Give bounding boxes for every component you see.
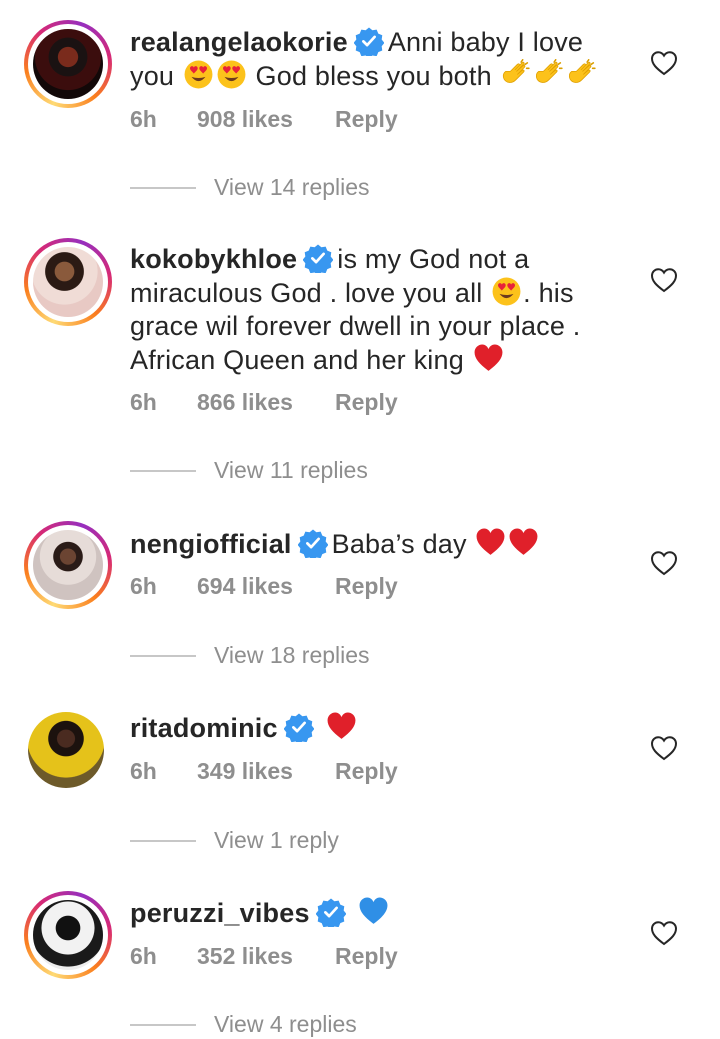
- heart-outline-icon[interactable]: [650, 920, 678, 946]
- heart-eyes-emoji: [491, 276, 522, 307]
- view-replies-label: View 18 replies: [214, 642, 370, 668]
- comment-body: African Queen and her king: [130, 345, 464, 375]
- reply-button[interactable]: Reply: [335, 106, 398, 133]
- likes-count[interactable]: 352 likes: [197, 943, 293, 970]
- clapping-hands-emoji: [501, 59, 532, 90]
- verified-badge-icon: [303, 243, 333, 273]
- verified-badge-icon: [354, 26, 384, 56]
- comment-username[interactable]: realangelaokorie: [130, 27, 348, 57]
- comment-time: 6h: [130, 573, 157, 599]
- comment-body: is my God not a: [337, 244, 530, 274]
- verified-badge-icon: [298, 528, 328, 558]
- replies-divider: [130, 1024, 196, 1026]
- clapping-hands-emoji: [534, 59, 565, 90]
- comment-body: grace wil forever dwell in your place .: [130, 311, 581, 341]
- comment-text: kokobykhloe is my God not a miraculous Go…: [130, 243, 630, 377]
- comment-username[interactable]: ritadominic: [130, 713, 278, 743]
- view-replies-label: View 14 replies: [214, 174, 370, 200]
- comment-time: 6h: [130, 389, 157, 415]
- reply-button[interactable]: Reply: [335, 389, 398, 416]
- replies-divider: [130, 470, 196, 472]
- comment-body: Anni baby I love: [387, 27, 584, 57]
- reply-button[interactable]: Reply: [335, 758, 398, 785]
- comment-time: 6h: [130, 943, 157, 969]
- comment-body: God bless you both: [255, 61, 492, 91]
- replies-divider: [130, 187, 196, 189]
- heart-eyes-emoji: [183, 59, 214, 90]
- heart-eyes-emoji: [216, 59, 247, 90]
- comment-username[interactable]: kokobykhloe: [130, 244, 297, 274]
- reply-button[interactable]: Reply: [335, 573, 398, 600]
- comment-username[interactable]: peruzzi_vibes: [130, 898, 310, 928]
- verified-badge-icon: [284, 712, 314, 742]
- replies-divider: [130, 655, 196, 657]
- avatar[interactable]: [24, 891, 112, 979]
- comment-text: nengiofficial Baba’s day: [130, 527, 630, 561]
- heart-outline-icon[interactable]: [650, 267, 678, 293]
- reply-button[interactable]: Reply: [335, 943, 398, 970]
- verified-badge-icon: [316, 897, 346, 927]
- red-heart-emoji: [508, 527, 539, 558]
- likes-count[interactable]: 349 likes: [197, 758, 293, 785]
- avatar[interactable]: [24, 521, 112, 609]
- likes-count[interactable]: 866 likes: [197, 389, 293, 416]
- heart-outline-icon[interactable]: [650, 50, 678, 76]
- avatar[interactable]: [24, 708, 112, 796]
- likes-count[interactable]: 694 likes: [197, 573, 293, 600]
- comment-body: miraculous God . love you all: [130, 278, 483, 308]
- comment-body: you: [130, 61, 175, 91]
- comment-text: peruzzi_vibes: [130, 896, 630, 930]
- heart-outline-icon[interactable]: [650, 735, 678, 761]
- red-heart-emoji: [473, 343, 504, 374]
- replies-divider: [130, 840, 196, 842]
- heart-outline-icon[interactable]: [650, 550, 678, 576]
- comment-text: ritadominic: [130, 711, 630, 745]
- view-replies-label: View 1 reply: [214, 827, 339, 853]
- clapping-hands-emoji: [567, 59, 598, 90]
- red-heart-emoji: [326, 711, 357, 742]
- comment-body: Baba’s day: [331, 529, 467, 559]
- red-heart-emoji: [475, 527, 506, 558]
- comment-body: . his: [523, 278, 574, 308]
- comment-text: realangelaokorie Anni baby I love you God…: [130, 26, 630, 93]
- view-replies-label: View 11 replies: [214, 457, 368, 483]
- avatar[interactable]: [24, 238, 112, 326]
- avatar[interactable]: [24, 20, 112, 108]
- view-replies-label: View 4 replies: [214, 1011, 357, 1037]
- comment-time: 6h: [130, 758, 157, 784]
- blue-heart-emoji: [358, 896, 389, 927]
- comment-time: 6h: [130, 106, 157, 132]
- likes-count[interactable]: 908 likes: [197, 106, 293, 133]
- comment-username[interactable]: nengiofficial: [130, 529, 292, 559]
